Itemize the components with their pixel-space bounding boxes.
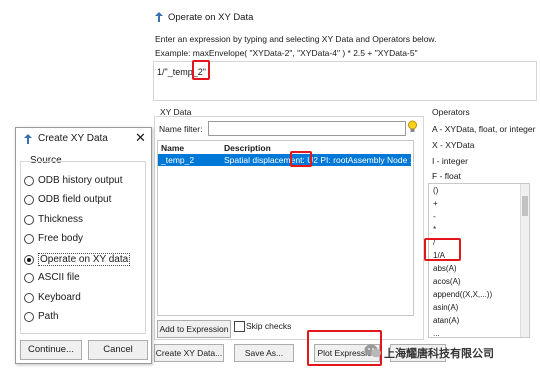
radio-keyboard[interactable]: Keyboard [24, 292, 81, 303]
dialog-title: Create XY Data [38, 133, 108, 144]
radio-thickness[interactable]: Thickness [24, 214, 83, 225]
radio-odb-history[interactable]: ODB history output [24, 175, 122, 186]
operator-minus[interactable]: - [429, 210, 529, 223]
name-filter-label: Name filter: [159, 124, 203, 134]
radio-dot [24, 272, 34, 283]
radio-operate-xy[interactable]: Operate on XY data [24, 253, 131, 266]
radio-dot [24, 194, 34, 205]
operator-more[interactable]: ... [429, 327, 529, 337]
wechat-icon [364, 343, 382, 361]
operator-abs[interactable]: abs(A) [429, 262, 529, 275]
operator-plus[interactable]: + [429, 197, 529, 210]
dialog-icon [23, 134, 33, 146]
radio-dot-selected [24, 254, 34, 265]
highlight-u2 [290, 151, 312, 167]
continue-button[interactable]: Continue... [20, 340, 82, 360]
radio-label: Path [38, 311, 59, 322]
radio-ascii-file[interactable]: ASCII file [24, 272, 80, 283]
radio-dot [24, 292, 34, 303]
operator-type-x: X - XYData [432, 140, 475, 150]
instruction-text: Enter an expression by typing and select… [155, 34, 437, 44]
dialog-close-icon[interactable]: ✕ [135, 130, 146, 146]
dialog-cancel-button[interactable]: Cancel [88, 340, 148, 360]
skip-checks-label: Skip checks [246, 321, 292, 331]
xy-data-table: Name Description _temp_2 Spatial displac… [157, 140, 414, 316]
radio-label: ODB field output [38, 194, 112, 205]
name-filter-input[interactable] [208, 121, 406, 136]
operator-parens[interactable]: () [429, 184, 529, 197]
radio-dot [24, 311, 34, 322]
row-description: Spatial displacement: U2 PI: rootAssembl… [224, 155, 415, 165]
column-header-name[interactable]: Name [161, 143, 184, 153]
window-title: Operate on XY Data [168, 12, 254, 23]
example-text: Example: maxEnvelope( "XYData-2", "XYDat… [155, 48, 418, 58]
operator-multiply[interactable]: * [429, 223, 529, 236]
operator-acos[interactable]: acos(A) [429, 275, 529, 288]
radio-label: ASCII file [38, 272, 80, 283]
window-icon [154, 12, 164, 24]
radio-path[interactable]: Path [24, 311, 59, 322]
highlight-expression [192, 60, 210, 80]
operator-type-a: A - XYData, float, or integer [432, 124, 536, 134]
radio-dot [24, 233, 34, 244]
table-row[interactable]: _temp_2 Spatial displacement: U2 PI: roo… [158, 154, 415, 166]
operate-window: Operate on XY Data Enter an expression b… [148, 0, 540, 381]
operator-atan[interactable]: atan(A) [429, 314, 529, 327]
save-as-button[interactable]: Save As... [234, 344, 294, 362]
radio-label: Free body [38, 233, 84, 244]
radio-label: ODB history output [38, 175, 123, 186]
radio-free-body[interactable]: Free body [24, 233, 83, 244]
row-name: _temp_2 [161, 155, 195, 165]
operator-type-f: F - float [432, 171, 461, 181]
radio-label: Operate on XY data [38, 253, 131, 266]
radio-label: Keyboard [38, 292, 81, 303]
operators-scrollbar[interactable] [520, 184, 529, 337]
radio-odb-field[interactable]: ODB field output [24, 194, 111, 205]
filter-lightbulb-icon[interactable] [406, 120, 419, 136]
operator-asin[interactable]: asin(A) [429, 301, 529, 314]
operator-type-i: I - integer [432, 156, 468, 166]
watermark-text: 上海耀唐科技有限公司 [384, 348, 494, 360]
radio-dot [24, 214, 34, 225]
radio-label: Thickness [38, 214, 84, 225]
column-header-description[interactable]: Description [224, 143, 271, 153]
highlight-reciprocal [424, 238, 461, 261]
add-to-expression-button[interactable]: Add to Expression [157, 320, 231, 338]
create-xy-dialog: Create XY Data ✕ Source ODB history outp… [15, 127, 152, 364]
create-xy-data-button[interactable]: Create XY Data... [154, 344, 224, 362]
skip-checks-checkbox[interactable] [234, 321, 245, 332]
radio-dot [24, 175, 34, 186]
expression-field[interactable]: 1/"_temp_2" [153, 61, 537, 101]
operator-append[interactable]: append((X,X,...)) [429, 288, 529, 301]
source-group [20, 161, 146, 334]
scrollbar-thumb[interactable] [522, 196, 528, 216]
operators-label: Operators [432, 107, 470, 117]
